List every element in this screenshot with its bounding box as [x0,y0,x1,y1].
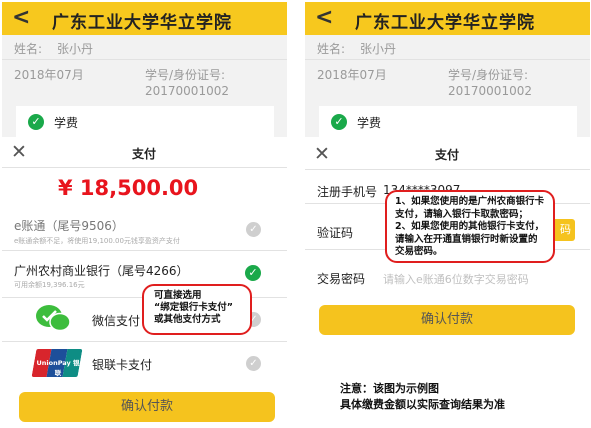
callout-line: 请输入在开通直销银行时新设置的 [395,233,538,245]
name-value: 张小丹 [57,42,94,56]
name-label: 姓名: [14,42,43,56]
sample-note: 注意：该图为示例图 具体缴费金额以实际查询结果为准 [340,381,505,413]
unavailable-check-icon: ✓ [246,222,261,237]
selected-check-icon: ✓ [28,114,44,130]
method-balance: 可用余额19,396.16元 [14,281,85,289]
callout-line: 支付，请输入银行卡取款密码； [395,208,529,220]
method-name: 广州农村商业银行（尾号4266） [14,264,189,278]
header-bar: < 广东工业大学华立学院 [305,2,590,35]
fee-item-label: 学费 [357,116,382,130]
unionpay-logo-text: UnionPay 银联 [36,359,80,377]
divider [2,341,287,342]
method-eaccount[interactable]: e账通（尾号9506） e账通余额不足，将使用19,100.00元钱享盈资产支付… [2,212,287,248]
confirm-payment-button[interactable]: 确认付款 [19,392,275,422]
callout-bind-card-tip: 可直接选用 “绑定银行卡支付” 或其他支付方式 [142,284,252,335]
id-label: 学号/身份证号: [448,68,529,82]
close-icon[interactable]: ✕ [11,143,27,162]
callout-line: 交易密码。 [395,246,443,257]
payment-amount: ¥ 18,500.00 [58,176,199,200]
method-note: e账通余额不足，将使用19,100.00元钱享盈资产支付 [14,237,180,245]
password-input[interactable]: 请输入e账通6位数字交易密码 [383,271,529,287]
method-unionpay[interactable]: UnionPay 银联 银联卡支付 ✓ [2,344,287,382]
sheet-title: 支付 [132,147,157,161]
page-title: 广东工业大学华立学院 [52,13,232,33]
back-arrow-icon[interactable]: < [315,5,333,30]
wechat-icon [36,305,71,332]
method-name: 银联卡支付 [92,358,153,372]
selected-check-icon: ✓ [331,114,347,130]
confirm-payment-button[interactable]: 确认付款 [319,305,575,335]
method-name: e账通（尾号9506） [14,219,124,233]
term-date: 2018年07月 [14,68,84,82]
sheet-title: 支付 [435,148,460,162]
selected-check-icon: ✓ [245,265,261,281]
right-screen: < 广东工业大学华立学院 姓名: 张小丹 2018年07月 学号/身份证号: 2… [305,2,590,354]
fee-item-card[interactable]: ✓ 学费 [16,106,274,138]
note-line: 具体缴费金额以实际查询结果为准 [340,398,505,411]
fee-item-card[interactable]: ✓ 学费 [319,106,577,138]
callout-line: “绑定银行卡支付” [154,302,233,313]
callout-line: 1、如果您使用的是广州农商银行卡 [395,196,545,207]
callout-line: 或其他支付方式 [154,314,221,325]
divider [305,169,590,170]
payment-sheet: ✕ 支付 ¥ 18,500.00 e账通（尾号9506） e账通余额不足，将使用… [2,137,287,426]
term-date: 2018年07月 [317,68,387,82]
note-line: 注意：该图为示例图 [340,382,439,395]
divider [2,250,287,251]
name-row: 姓名: 张小丹 [305,35,590,59]
code-label: 验证码 [317,226,354,240]
info-row: 2018年07月 学号/身份证号: 20170001002 [305,60,590,106]
callout-password-tip: 1、如果您使用的是广州农商银行卡 支付，请输入银行卡取款密码； 2、如果您使用的… [385,190,555,263]
left-screen: < 广东工业大学华立学院 姓名: 张小丹 2018年07月 学号/身份证号: 2… [2,2,287,426]
back-arrow-icon[interactable]: < [12,5,30,30]
id-label: 学号/身份证号: [145,68,226,82]
info-row: 2018年07月 学号/身份证号: 20170001002 [2,60,287,106]
id-value: 20170001002 [145,84,229,98]
phone-label: 注册手机号 [317,185,378,199]
id-value: 20170001002 [448,84,532,98]
close-icon[interactable]: ✕ [314,145,330,164]
divider [2,167,287,168]
method-name: 微信支付 [92,314,141,328]
password-label: 交易密码 [317,272,366,286]
callout-line: 可直接选用 [154,290,202,301]
page-title: 广东工业大学华立学院 [355,13,535,33]
callout-line: 2、如果您使用的其他银行卡支付， [395,221,545,232]
header-bar: < 广东工业大学华立学院 [2,2,287,35]
unavailable-check-icon: ✓ [246,356,261,371]
name-label: 姓名: [317,42,346,56]
name-row: 姓名: 张小丹 [2,35,287,59]
fee-item-label: 学费 [54,116,79,130]
name-value: 张小丹 [360,42,397,56]
